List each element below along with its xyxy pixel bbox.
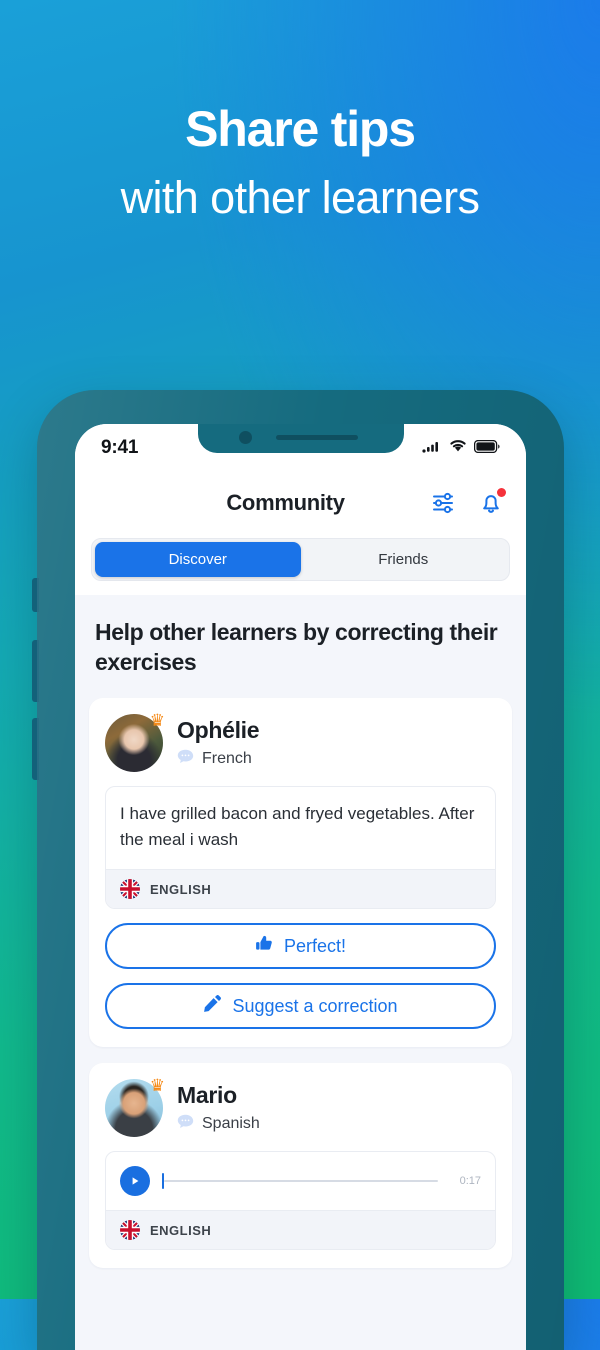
- audio-progress-track[interactable]: [162, 1173, 438, 1190]
- crown-icon: ♛: [149, 1076, 165, 1096]
- hero-subheadline: with other learners: [120, 172, 480, 223]
- author-name: Mario: [177, 1082, 237, 1109]
- play-icon[interactable]: [120, 1166, 150, 1197]
- speech-bubble-icon: [177, 1114, 194, 1134]
- page-title: Community: [226, 490, 345, 515]
- thumbs-up-icon: [255, 934, 274, 958]
- cellular-signal-icon: [422, 439, 442, 458]
- author-language: French: [177, 749, 259, 769]
- author-language-label: Spanish: [202, 1115, 260, 1133]
- author-language: Spanish: [177, 1114, 260, 1134]
- phone-volume-up-button[interactable]: [32, 640, 39, 702]
- notification-badge: [497, 488, 506, 497]
- author-name: Ophélie: [177, 716, 260, 743]
- exercise-block: 0:17 ENGLISH: [105, 1151, 496, 1251]
- bell-icon[interactable]: [476, 488, 506, 518]
- exercise-text: I have grilled bacon and fryed vegetable…: [120, 803, 475, 850]
- avatar[interactable]: ♛: [105, 1076, 165, 1138]
- author-language-label: French: [202, 749, 252, 767]
- audio-duration: 0:17: [459, 1175, 481, 1188]
- exercise-language-label: ENGLISH: [150, 881, 212, 897]
- phone-mute-switch[interactable]: [32, 578, 39, 612]
- uk-flag-icon: [120, 879, 140, 900]
- header-actions: [428, 488, 506, 518]
- uk-flag-icon: [120, 1220, 140, 1241]
- exercise-language-row: ENGLISH: [106, 1210, 495, 1250]
- status-bar-time: 9:41: [101, 437, 139, 458]
- audio-progress-bar: [164, 1180, 438, 1183]
- suggest-correction-button[interactable]: Suggest a correction: [105, 983, 496, 1030]
- hero-banner: Share tips with other learners: [0, 0, 600, 221]
- suggest-correction-button-label: Suggest a correction: [232, 995, 398, 1016]
- earpiece-speaker: [276, 435, 358, 440]
- speech-bubble-icon: [177, 749, 194, 769]
- avatar[interactable]: ♛: [105, 710, 165, 772]
- perfect-button[interactable]: Perfect!: [105, 923, 496, 970]
- section-heading: Help other learners by correcting their …: [95, 619, 498, 676]
- post-author: ♛ Mario Spanish: [105, 1076, 496, 1138]
- tab-discover[interactable]: Discover: [95, 542, 301, 577]
- app-header: Community: [75, 472, 526, 534]
- exercise-block: I have grilled bacon and fryed vegetable…: [105, 785, 496, 910]
- phone-volume-down-button[interactable]: [32, 718, 39, 780]
- battery-icon: [473, 439, 500, 458]
- feed: Help other learners by correcting their …: [75, 595, 526, 1269]
- tabs-container: Discover Friends: [75, 534, 526, 595]
- author-meta: Mario Spanish: [177, 1082, 260, 1134]
- wifi-icon: [449, 439, 467, 458]
- status-bar-icons: [422, 437, 500, 458]
- exercise-language-label: ENGLISH: [150, 1222, 212, 1238]
- exercise-language-row: ENGLISH: [106, 869, 495, 909]
- hero-headline: Share tips: [185, 101, 416, 157]
- front-camera-icon: [239, 431, 252, 444]
- tab-friends[interactable]: Friends: [301, 542, 507, 577]
- audio-player[interactable]: 0:17: [106, 1152, 495, 1210]
- post-card[interactable]: ♛ Mario Spanish 0:17 ENGLISH: [89, 1063, 512, 1269]
- post-author: ♛ Ophélie French: [105, 710, 496, 772]
- perfect-button-label: Perfect!: [283, 935, 347, 956]
- crown-icon: ♛: [149, 710, 165, 730]
- pencil-icon: [203, 994, 222, 1018]
- phone-mockup: 9:41 Community Discover Friends Help oth…: [32, 390, 564, 1350]
- post-card[interactable]: ♛ Ophélie French I have grilled bacon an…: [89, 697, 512, 1048]
- phone-screen: 9:41 Community Discover Friends Help oth…: [75, 424, 526, 1350]
- author-meta: Ophélie French: [177, 716, 260, 769]
- status-bar: 9:41: [75, 424, 526, 472]
- sliders-icon[interactable]: [428, 488, 458, 518]
- phone-notch: [197, 424, 404, 453]
- segmented-control: Discover Friends: [91, 538, 510, 581]
